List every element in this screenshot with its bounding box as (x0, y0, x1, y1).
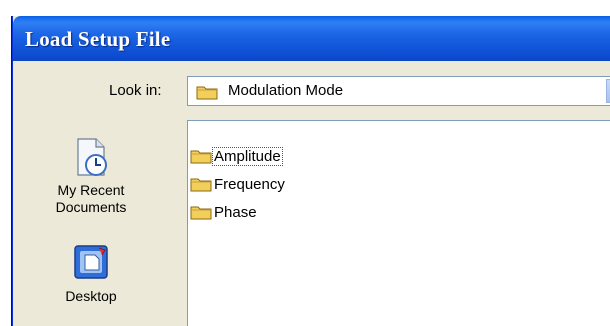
file-name: Frequency (214, 175, 285, 193)
folder-icon (196, 86, 218, 100)
place-label: My Recent Documents (55, 182, 127, 215)
folder-icon (190, 178, 212, 192)
dialog-title: Load Setup File (25, 27, 171, 51)
list-item-phase[interactable]: Phase (190, 201, 258, 223)
place-my-recent-documents[interactable]: My Recent Documents (21, 136, 161, 216)
place-desktop[interactable]: Desktop (21, 242, 161, 305)
look-in-label: Look in: (109, 82, 162, 99)
load-setup-dialog: Load Setup File Look in: Modulation Mode… (12, 16, 610, 326)
place-label: Desktop (65, 288, 117, 304)
recent-documents-icon (77, 138, 107, 176)
desktop-icon (74, 245, 108, 279)
list-item-frequency[interactable]: Frequency (190, 173, 286, 195)
dropdown-arrow-button[interactable] (606, 79, 610, 103)
file-name: Amplitude (212, 146, 283, 166)
file-name: Phase (214, 203, 257, 221)
look-in-value: Modulation Mode (228, 82, 344, 99)
folder-icon (190, 206, 212, 220)
folder-icon (190, 150, 212, 164)
list-item-amplitude[interactable]: Amplitude (190, 145, 283, 167)
look-in-dropdown[interactable]: Modulation Mode (187, 76, 610, 106)
title-bar[interactable]: Load Setup File (13, 16, 610, 61)
file-list[interactable]: Amplitude Frequency Phase (187, 120, 610, 326)
places-bar: My Recent Documents Desktop (13, 120, 185, 326)
